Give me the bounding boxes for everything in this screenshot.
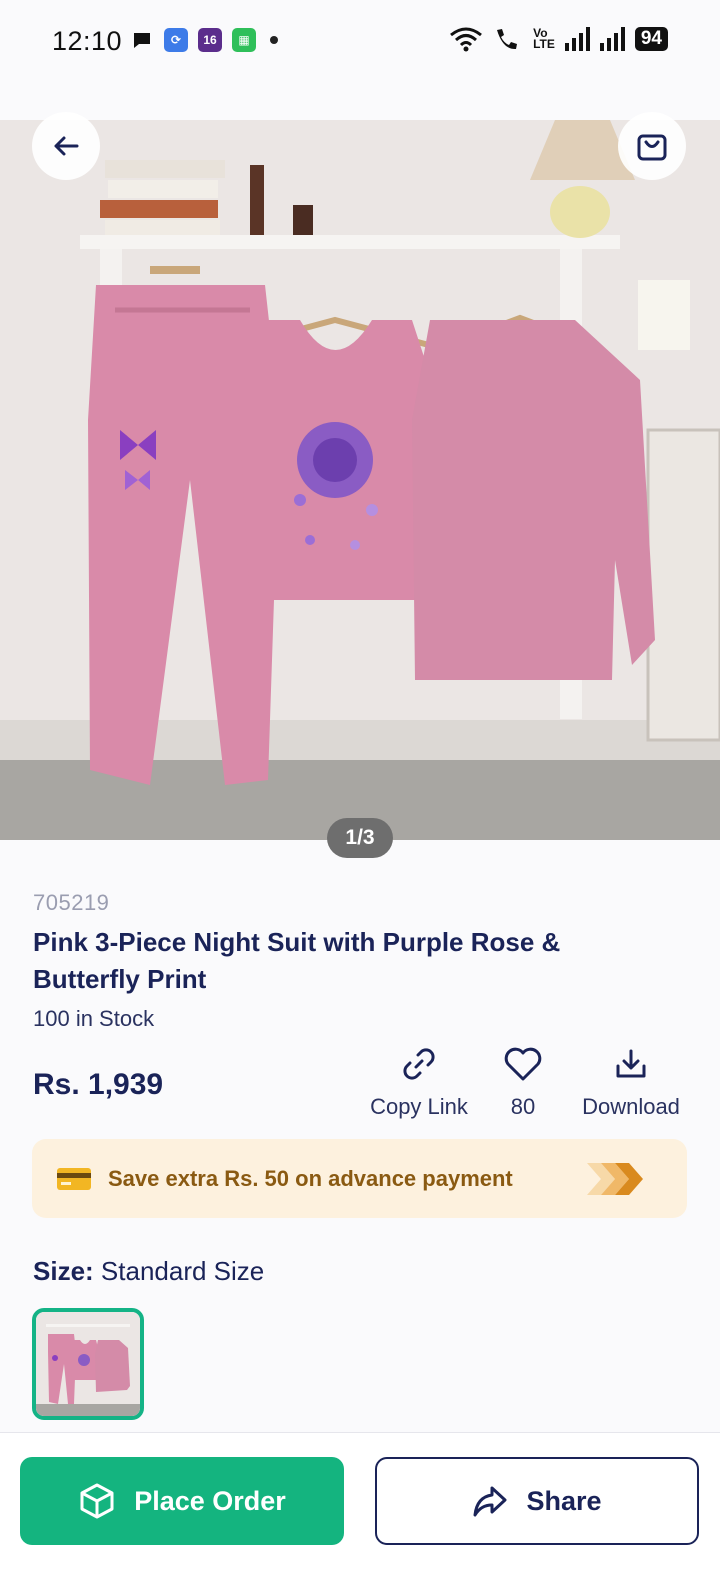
download-label: Download (582, 1094, 680, 1119)
share-button[interactable]: Share (375, 1457, 699, 1545)
thumbnail-photo (36, 1312, 140, 1416)
size-option-thumbnail[interactable] (32, 1308, 144, 1420)
favorites-count: 80 (510, 1094, 536, 1119)
product-price: Rs. 1,939 (33, 1068, 164, 1101)
promo-text: Save extra Rs. 50 on advance payment (108, 1165, 513, 1191)
product-image[interactable] (0, 120, 720, 840)
battery-level: 94 (634, 27, 668, 51)
status-time: 12:10 (52, 26, 123, 56)
product-photo (0, 120, 720, 840)
arrow-left-icon (54, 136, 79, 156)
more-notifications-dot (270, 36, 278, 44)
wifi-icon (450, 27, 483, 52)
product-title: Pink 3-Piece Night Suit with Purple Rose… (33, 927, 561, 994)
heart-icon (504, 1047, 542, 1081)
link-icon (403, 1048, 435, 1080)
copy-link-button[interactable]: Copy Link (360, 1046, 478, 1120)
download-button[interactable]: Download (568, 1046, 694, 1120)
status-bar: 12:10 ⟳ 16 ▦ Vo LTE 94 (0, 0, 720, 84)
grid-app-icon: ▦ (232, 28, 256, 52)
product-sku: 705219 (33, 890, 110, 915)
back-button[interactable] (32, 112, 100, 180)
chat-icon (134, 33, 150, 48)
system-icons: Vo LTE 94 (449, 26, 668, 52)
notification-icons: ⟳ 16 ▦ (130, 28, 278, 52)
calendar-app-icon: 16 (198, 28, 222, 52)
size-value: Standard Size (100, 1256, 265, 1286)
place-order-button[interactable]: Place Order (20, 1457, 344, 1545)
box-icon (80, 1483, 114, 1519)
size-label: Size: (33, 1256, 94, 1286)
signal-icon-sim1 (564, 27, 590, 51)
shopping-bag-icon (637, 134, 667, 161)
image-pager: 1/3 (327, 818, 393, 858)
card-icon (57, 1167, 91, 1190)
favorite-button[interactable]: 80 (493, 1046, 553, 1120)
share-label: Share (526, 1485, 602, 1516)
chevrons-right-icon (587, 1163, 643, 1195)
share-arrow-icon (473, 1486, 507, 1517)
copy-link-label: Copy Link (370, 1094, 468, 1119)
advance-payment-banner[interactable]: Save extra Rs. 50 on advance payment (32, 1139, 687, 1218)
shopping-bag-button[interactable] (618, 112, 686, 180)
place-order-label: Place Order (134, 1485, 286, 1516)
stock-status: 100 in Stock (33, 1006, 155, 1031)
size-selector-label: Size: Standard Size (33, 1256, 264, 1287)
sync-app-icon: ⟳ (164, 28, 188, 52)
wifi-call-icon (497, 29, 518, 50)
download-icon (616, 1049, 646, 1078)
volte-indicator: Vo LTE (533, 26, 555, 51)
bottom-action-bar: Place Order Share (0, 1432, 720, 1570)
signal-icon-sim2 (599, 27, 625, 51)
